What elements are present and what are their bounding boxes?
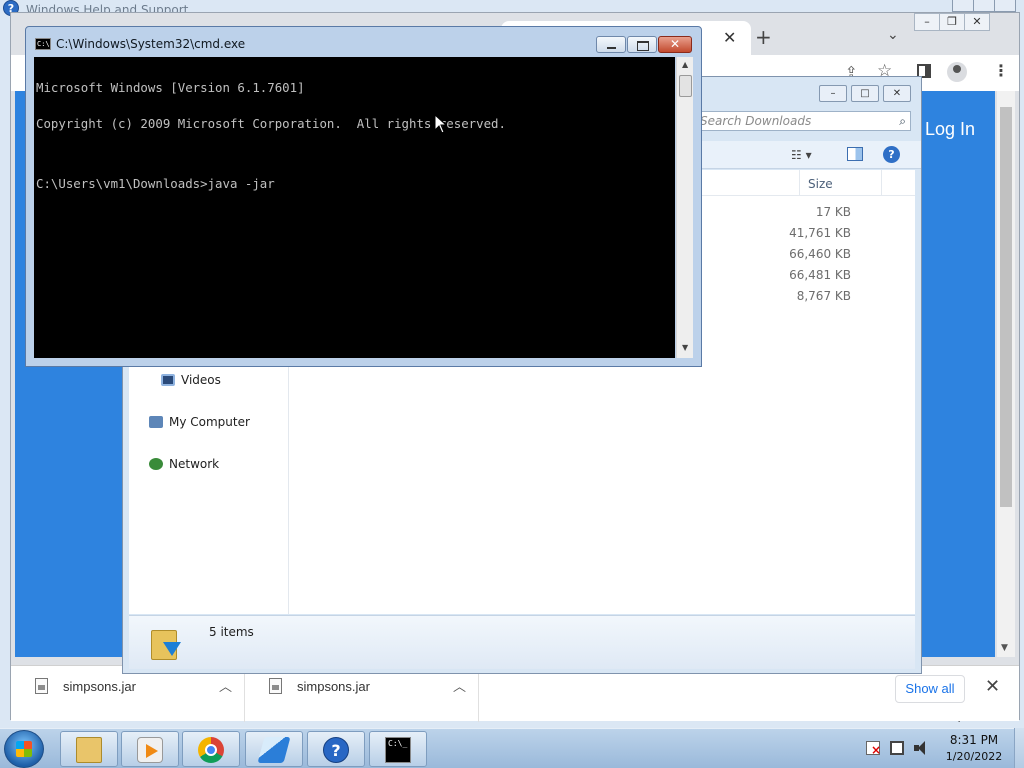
network-status-icon[interactable]: [890, 741, 904, 755]
scroll-down-arrow-icon[interactable]: ▼: [682, 343, 688, 352]
taskbar-command-prompt[interactable]: C:\_: [369, 731, 427, 767]
clock-time[interactable]: 8:31 PM: [938, 733, 1010, 747]
login-link[interactable]: Log In: [925, 119, 975, 140]
close-button[interactable]: ✕: [964, 13, 990, 31]
column-divider[interactable]: [881, 170, 882, 196]
taskbar-chrome[interactable]: [182, 731, 240, 767]
action-center-flag-icon[interactable]: [866, 741, 881, 756]
change-view-icon[interactable]: ☷ ▾: [791, 148, 812, 162]
nav-item-label: Network: [169, 457, 220, 471]
media-player-icon: [137, 737, 163, 763]
close-button[interactable]: [994, 0, 1016, 12]
chrome-menu-icon[interactable]: ⋮: [993, 61, 1009, 80]
console-line: Microsoft Windows [Version 6.1.7601]: [36, 80, 305, 95]
file-size: 17 KB: [815, 205, 851, 219]
console-prompt-line: C:\Users\vm1\Downloads>java -jar: [36, 176, 275, 191]
column-header-size[interactable]: Size: [808, 177, 833, 191]
nav-item-my-computer[interactable]: My Computer: [149, 415, 250, 429]
file-size: 66,460 KB: [789, 247, 851, 261]
start-button[interactable]: [4, 730, 44, 768]
command-prompt-window[interactable]: C:\ C:\Windows\System32\cmd.exe ✕ Micros…: [25, 26, 702, 367]
downloads-folder-icon: [151, 622, 181, 660]
new-tab-icon[interactable]: +: [755, 25, 772, 49]
file-size: 66,481 KB: [789, 268, 851, 282]
scroll-up-arrow-icon[interactable]: ▲: [682, 60, 688, 69]
chevron-up-icon[interactable]: ︿: [453, 676, 466, 695]
folder-icon: [76, 737, 102, 763]
tab-close-icon[interactable]: ✕: [723, 28, 736, 47]
page-scroll-thumb[interactable]: [1000, 107, 1012, 507]
cmd-icon: C:\_: [385, 737, 411, 763]
search-icon[interactable]: ⌕: [899, 114, 906, 129]
taskbar-help-and-support[interactable]: ?: [307, 731, 365, 767]
nav-item-videos[interactable]: Videos: [161, 373, 221, 387]
download-item[interactable]: simpsons.jar ︿: [245, 666, 479, 722]
show-all-downloads-button[interactable]: Show all: [895, 675, 965, 703]
chevron-up-icon[interactable]: ︿: [219, 676, 232, 695]
download-filename: simpsons.jar: [297, 679, 370, 694]
tab-search-chevron-icon[interactable]: ⌄: [887, 27, 899, 43]
maximize-button[interactable]: [627, 36, 657, 53]
chrome-window-controls: – ❐ ✕: [914, 13, 990, 31]
taskbar-windows-explorer[interactable]: [60, 731, 118, 767]
videos-icon: [161, 374, 175, 386]
nav-item-network[interactable]: Network: [149, 457, 219, 471]
volume-icon[interactable]: [914, 741, 928, 755]
console-output[interactable]: Microsoft Windows [Version 6.1.7601] Cop…: [34, 57, 675, 358]
close-shelf-icon[interactable]: ✕: [985, 676, 1000, 697]
search-downloads-input[interactable]: Search Downloads ⌕: [693, 111, 911, 131]
minimize-button[interactable]: [596, 36, 626, 53]
help-icon: ?: [323, 737, 349, 763]
page-scrollbar[interactable]: ▼: [997, 91, 1015, 657]
profile-avatar-icon[interactable]: [947, 62, 967, 82]
download-filename: simpsons.jar: [63, 679, 136, 694]
column-divider[interactable]: [799, 170, 800, 196]
close-button[interactable]: ✕: [883, 85, 911, 102]
cmd-icon[interactable]: C:\: [35, 38, 51, 50]
show-desktop-button[interactable]: [1014, 728, 1024, 768]
file-icon: [269, 678, 282, 694]
maximize-button[interactable]: [973, 0, 995, 12]
scroll-down-arrow-icon[interactable]: ▼: [1001, 643, 1008, 653]
maximize-button[interactable]: □: [851, 85, 879, 102]
file-icon: [35, 678, 48, 694]
file-size: 8,767 KB: [796, 289, 851, 303]
minimize-button[interactable]: [952, 0, 974, 12]
console-scroll-thumb[interactable]: [679, 75, 692, 97]
minimize-button[interactable]: –: [819, 85, 847, 102]
close-button[interactable]: ✕: [658, 36, 692, 53]
network-icon: [149, 458, 163, 470]
file-size: 41,761 KB: [789, 226, 851, 240]
send-app-icon: [257, 737, 291, 763]
nav-item-label: My Computer: [169, 415, 250, 429]
console-scrollbar[interactable]: ▲ ▼: [676, 57, 693, 358]
nav-item-label: Videos: [181, 373, 221, 387]
explorer-window-controls: – □ ✕: [815, 85, 911, 102]
minimize-button[interactable]: –: [914, 13, 940, 31]
computer-icon: [149, 416, 163, 428]
search-placeholder: Search Downloads: [700, 114, 812, 128]
details-pane: 5 items: [129, 615, 915, 669]
taskbar-send-app[interactable]: [245, 731, 303, 767]
console-text: Microsoft Windows [Version 6.1.7601] Cop…: [36, 58, 506, 214]
download-item[interactable]: simpsons.jar ︿: [11, 666, 245, 722]
cmd-window-title: C:\Windows\System32\cmd.exe: [56, 37, 246, 51]
mouse-pointer-icon: [434, 114, 448, 134]
item-count: 5 items: [209, 625, 254, 639]
help-icon[interactable]: ?: [883, 146, 900, 163]
taskbar-media-player[interactable]: [121, 731, 179, 767]
clock-date[interactable]: 1/20/2022: [938, 750, 1010, 763]
taskbar: ? C:\_: [0, 728, 1024, 768]
chrome-icon: [198, 737, 224, 763]
preview-pane-icon[interactable]: [847, 147, 863, 161]
restore-button[interactable]: ❐: [939, 13, 965, 31]
